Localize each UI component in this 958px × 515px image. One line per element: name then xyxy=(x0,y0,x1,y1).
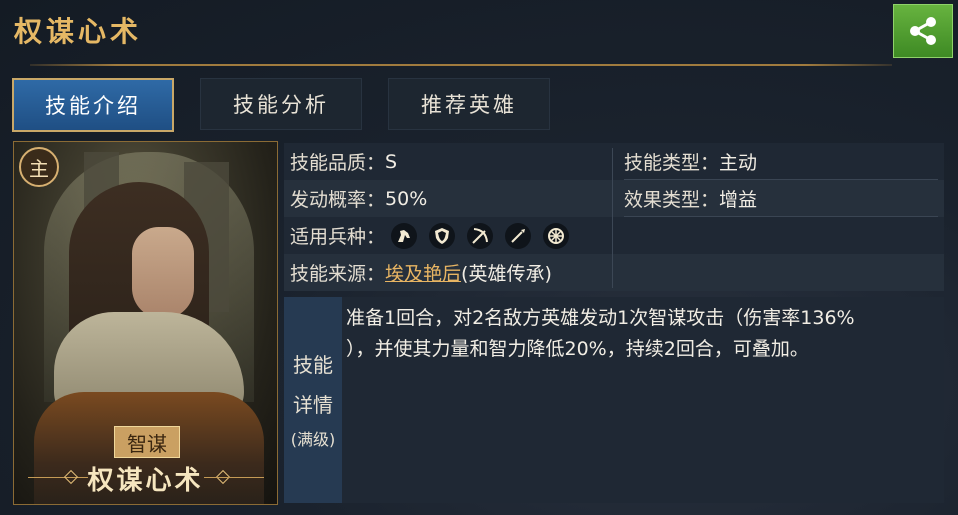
archer-icon xyxy=(467,222,494,249)
tab-recommended-heroes[interactable]: 推荐英雄 xyxy=(388,78,550,130)
info-row-chance: 发动概率： 50% 效果类型： 增益 xyxy=(284,180,944,217)
detail-text-line2: ），并使其力量和智力降低20%，持续2回合，可叠加。 xyxy=(346,338,809,360)
page-title: 权谋心术 xyxy=(14,15,143,48)
share-button[interactable] xyxy=(893,4,953,58)
source-label: 技能来源： xyxy=(290,263,386,285)
figure-face xyxy=(132,227,194,319)
skill-card: 主 智谋 权谋心术 xyxy=(13,141,278,505)
share-icon xyxy=(910,17,936,45)
detail-label-line1: 技能 xyxy=(293,353,333,377)
table-divider xyxy=(624,216,938,217)
effect-type-label: 效果类型： xyxy=(624,189,720,211)
siege-icon xyxy=(543,222,570,249)
title-divider xyxy=(30,64,892,66)
skill-detail-panel: 技能 详情 (满级) 准备1回合，对2名敌方英雄发动1次智谋攻击（伤害率136%… xyxy=(284,297,944,503)
effect-type-value: 增益 xyxy=(719,189,758,211)
card-name-bar: 权谋心术 xyxy=(14,458,277,498)
tab-skill-intro[interactable]: 技能介绍 xyxy=(12,78,174,132)
detail-label: 技能 详情 (满级) xyxy=(284,297,342,503)
decor-line-right xyxy=(204,477,264,478)
cavalry-icon xyxy=(391,222,418,249)
skill-type-value: 主动 xyxy=(719,152,758,174)
table-divider-vertical xyxy=(612,148,613,288)
shield-icon xyxy=(429,222,456,249)
skill-type-tag: 智谋 xyxy=(114,426,180,458)
detail-description: 准备1回合，对2名敌方英雄发动1次智谋攻击（伤害率136% ），并使其力量和智力… xyxy=(346,303,936,365)
tab-skill-analysis[interactable]: 技能分析 xyxy=(200,78,362,130)
spear-icon xyxy=(505,222,532,249)
source-hero-link[interactable]: 埃及艳后 xyxy=(385,259,461,286)
quality-value: S xyxy=(385,150,398,173)
chance-value: 50% xyxy=(385,187,428,210)
info-row-source: 技能来源： 埃及艳后 (英雄传承) xyxy=(284,254,944,291)
card-skill-name: 权谋心术 xyxy=(87,465,204,496)
units-label: 适用兵种： xyxy=(290,226,386,248)
detail-text-line1: 准备1回合，对2名敌方英雄发动1次智谋攻击（伤害率136% xyxy=(346,307,855,329)
main-skill-badge: 主 xyxy=(19,147,59,187)
info-row-quality: 技能品质： S 技能类型： 主动 xyxy=(284,143,944,180)
info-row-units: 适用兵种： xyxy=(284,217,944,254)
source-suffix: (英雄传承) xyxy=(461,263,552,285)
quality-label: 技能品质： xyxy=(290,152,386,174)
chance-label: 发动概率： xyxy=(290,189,386,211)
detail-label-line2: 详情 xyxy=(293,393,333,417)
skill-type-label: 技能类型： xyxy=(624,152,720,174)
skill-info-table: 技能品质： S 技能类型： 主动 发动概率： 50% 效果类型： 增益 适用兵种… xyxy=(284,143,944,291)
detail-label-line3: (满级) xyxy=(290,430,336,449)
decor-diamond-left xyxy=(63,469,79,485)
decor-line-left xyxy=(28,477,88,478)
table-divider xyxy=(624,179,938,180)
